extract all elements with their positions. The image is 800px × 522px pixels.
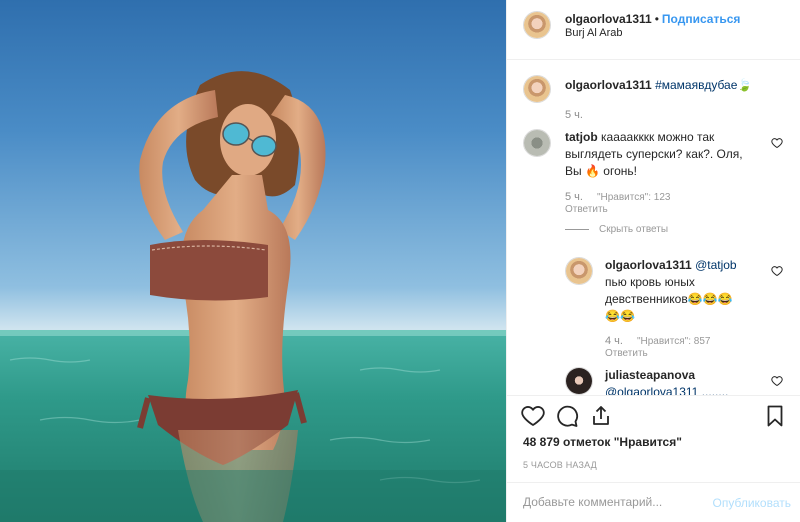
comment-reply-button[interactable]: Ответить bbox=[565, 204, 608, 215]
likes-count[interactable]: 48 879 отметок "Нравится" bbox=[523, 435, 682, 449]
caption-username[interactable]: olgaorlova1311 bbox=[565, 78, 652, 92]
owner-username[interactable]: olgaorlova1311 bbox=[565, 12, 652, 26]
owner-avatar[interactable] bbox=[523, 11, 551, 39]
comment-meta: 5 ч. "Нравится": 123 bbox=[565, 191, 670, 203]
laugh-emojis: 😂😂😂 bbox=[687, 292, 733, 306]
reply-mention[interactable]: @tatjob bbox=[695, 258, 737, 272]
comment-time: 5 ч. bbox=[565, 191, 583, 203]
reply-username[interactable]: olgaorlova1311 bbox=[605, 258, 692, 272]
reply2-text: juliasteapanova @olgaorlova1311 ........ bbox=[605, 368, 729, 395]
publish-button[interactable]: Опубликовать bbox=[713, 496, 791, 510]
caption-avatar[interactable] bbox=[523, 75, 551, 103]
separator-dot: • bbox=[654, 12, 659, 26]
reply2-like-heart-icon[interactable] bbox=[771, 375, 783, 387]
hide-replies-line bbox=[565, 229, 589, 230]
comment-username[interactable]: tatjob bbox=[565, 130, 598, 144]
post-actions: 48 879 отметок "Нравится" 5 ЧАСОВ НАЗАД bbox=[507, 395, 800, 495]
comment-form: Опубликовать bbox=[507, 482, 800, 522]
location-link[interactable]: Burj Al Arab bbox=[565, 27, 622, 39]
commenter-avatar[interactable] bbox=[523, 129, 551, 157]
post-photo[interactable] bbox=[0, 0, 506, 522]
reply2-avatar[interactable] bbox=[565, 367, 593, 395]
laugh-emojis-2: 😂😂 bbox=[605, 309, 635, 323]
leaf-emoji: 🍃 bbox=[737, 78, 753, 92]
hide-replies-button[interactable]: Скрыть ответы bbox=[565, 224, 668, 235]
header-user-line: olgaorlova1311 • Подписаться bbox=[565, 12, 740, 26]
post-timestamp[interactable]: 5 ЧАСОВ НАЗАД bbox=[523, 460, 597, 470]
reply-meta: 4 ч. "Нравится": 857 bbox=[605, 335, 710, 347]
reply-text: olgaorlova1311 @tatjob пью кровь юных де… bbox=[605, 258, 737, 323]
comment-like-heart-icon[interactable] bbox=[771, 137, 783, 149]
reply2-username[interactable]: juliasteapanova bbox=[605, 368, 695, 382]
comment-icon[interactable] bbox=[555, 404, 579, 428]
post-header: olgaorlova1311 • Подписаться Burj Al Arab bbox=[507, 0, 800, 60]
fire-emoji: 🔥 bbox=[584, 164, 600, 178]
reply-reply-button[interactable]: Ответить bbox=[605, 348, 648, 359]
post-side-panel: olgaorlova1311 • Подписаться Burj Al Arab … bbox=[506, 0, 800, 522]
beach-photo-illustration bbox=[0, 71, 506, 522]
comment-likes[interactable]: "Нравится": 123 bbox=[597, 192, 670, 203]
heart-icon[interactable] bbox=[521, 404, 545, 428]
instagram-post: olgaorlova1311 • Подписаться Burj Al Arab … bbox=[0, 0, 800, 522]
comment-input[interactable] bbox=[523, 495, 703, 509]
comment-text: tatjob каааакккк можно так выглядеть суп… bbox=[565, 130, 743, 178]
caption-hashtag[interactable]: #мамаявдубае bbox=[655, 78, 737, 92]
bookmark-icon[interactable] bbox=[763, 404, 787, 428]
caption-time: 5 ч. bbox=[565, 109, 583, 121]
comments-list[interactable]: olgaorlova1311 #мамаявдубае🍃 5 ч. tatjob… bbox=[507, 61, 800, 395]
reply-avatar[interactable] bbox=[565, 257, 593, 285]
follow-button[interactable]: Подписаться bbox=[662, 12, 740, 26]
reply-likes[interactable]: "Нравится": 857 bbox=[637, 336, 710, 347]
reply-like-heart-icon[interactable] bbox=[771, 265, 783, 277]
caption-text: olgaorlova1311 #мамаявдубае🍃 bbox=[565, 77, 752, 94]
reply-time: 4 ч. bbox=[605, 335, 623, 347]
share-icon[interactable] bbox=[589, 404, 613, 428]
